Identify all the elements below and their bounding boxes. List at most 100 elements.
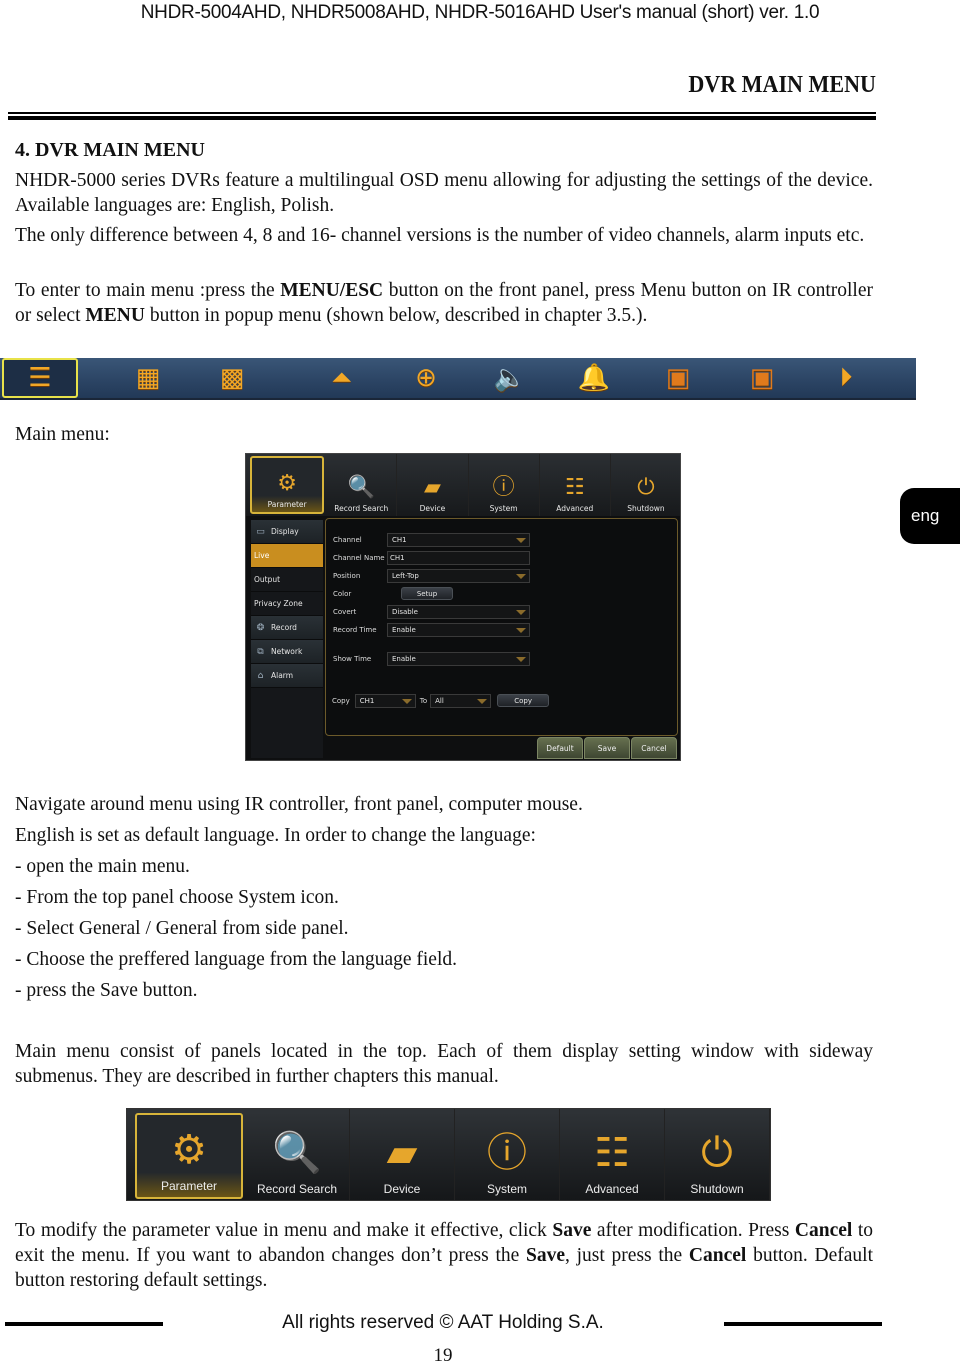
dvr-sidebar: ▭ Display Live Output Privacy Zone ❂ Recor… <box>251 520 323 758</box>
tab-system[interactable]: ⓘ System <box>469 454 540 516</box>
network-icon: ⧉ <box>257 646 264 657</box>
search-film-icon: 🔍 <box>272 1130 322 1176</box>
tab-label: Parameter <box>160 1179 218 1193</box>
ptz-control-button[interactable]: ⊕ <box>386 357 466 399</box>
tab-label: System <box>486 1182 527 1196</box>
dropdown-arrow-icon <box>516 627 526 633</box>
tab-record-search[interactable]: 🔍 Record Search <box>245 1109 350 1200</box>
select-value: CH1 <box>359 696 375 705</box>
field-label: Channel <box>333 535 362 544</box>
select-value: Left-Top <box>392 571 419 580</box>
covert-select[interactable]: Disable <box>387 604 530 619</box>
field-label: Show Time <box>333 654 372 663</box>
save-button[interactable]: Save <box>584 737 630 759</box>
navigate-text: Navigate around menu using IR controller… <box>15 794 583 815</box>
show-time-select[interactable]: Enable <box>387 651 530 666</box>
panels-description: Main menu consist of panels located in t… <box>15 1041 873 1087</box>
quad-view-button[interactable]: ▦ <box>108 357 188 399</box>
playback-button[interactable]: ⏵ <box>806 357 886 399</box>
text-run: after modification. Press <box>591 1220 795 1241</box>
monitor-icon: ▭ <box>256 526 265 537</box>
tab-device[interactable]: ▰ Device <box>350 1109 455 1200</box>
power-icon: ⏻ <box>701 1130 733 1176</box>
page-number: 19 <box>433 1345 453 1366</box>
sliders-icon: ☷ <box>564 475 585 500</box>
field-position: Position Left-Top <box>333 568 530 583</box>
film-reel-icon: ❂ <box>256 622 265 633</box>
tab-advanced[interactable]: ☷ Advanced <box>560 1109 665 1200</box>
tab-shutdown[interactable]: ⏻ Shutdown <box>611 454 680 516</box>
dropdown-arrow-icon <box>516 537 526 543</box>
info-monitor-icon: ⓘ <box>492 475 515 500</box>
tab-device[interactable]: ▰ Device <box>397 454 469 516</box>
hdd-icon: ▰ <box>423 475 441 500</box>
position-select[interactable]: Left-Top <box>387 568 530 583</box>
versions-paragraph: The only difference between 4, 8 and 16-… <box>15 225 865 246</box>
tab-parameter[interactable]: ⚙ Parameter <box>250 456 325 514</box>
audio-button[interactable]: 🔈 <box>470 357 550 399</box>
tab-system[interactable]: ⓘ System <box>455 1109 560 1200</box>
tab-label: Shutdown <box>627 504 665 513</box>
field-show-time: Show Time Enable <box>333 651 530 666</box>
copy-row: Copy CH1 To All Copy <box>332 693 550 708</box>
arrow-up-icon: ⏶ <box>331 363 353 393</box>
dropdown-arrow-icon <box>516 609 526 615</box>
alarm-button[interactable]: 🔔 <box>554 357 634 399</box>
record-stop-button[interactable]: ▣ <box>722 357 802 399</box>
channel-name-input[interactable]: CH1 <box>387 550 530 565</box>
sidebar-item-display[interactable]: ▭ Display <box>251 520 323 544</box>
ptz-up-button[interactable]: ⏶ <box>302 357 382 399</box>
search-film-icon: 🔍 <box>347 475 375 500</box>
sidebar-label: Display <box>271 527 299 536</box>
copy-button[interactable]: Copy <box>497 694 550 707</box>
language-tab: eng <box>900 488 960 544</box>
hdd-icon: ▰ <box>386 1130 418 1176</box>
sidebar-item-network[interactable]: ⧉ Network <box>251 640 323 664</box>
info-monitor-icon: ⓘ <box>487 1130 527 1176</box>
field-label: Channel Name <box>333 553 385 562</box>
language-step: - Choose the preffered language from the… <box>15 949 458 970</box>
save-cancel-paragraph: To modify the parameter value in menu an… <box>15 1218 873 1293</box>
dropdown-arrow-icon <box>477 698 488 704</box>
speaker-icon: 🔈 <box>493 363 527 393</box>
dvr-action-buttons: Default Save Cancel <box>536 737 677 759</box>
color-setup-button[interactable]: Setup <box>401 587 453 600</box>
tab-parameter[interactable]: ⚙ Parameter <box>135 1113 243 1199</box>
channel-select[interactable]: CH1 <box>387 532 530 547</box>
tab-advanced[interactable]: ☷ Advanced <box>540 454 611 516</box>
tab-record-search[interactable]: 🔍 Record Search <box>326 454 398 516</box>
bell-icon: 🔔 <box>577 363 611 393</box>
sidebar-item-privacy-zone[interactable]: Privacy Zone <box>251 592 323 616</box>
sidebar-item-live[interactable]: Live <box>251 544 323 568</box>
sidebar-item-output[interactable]: Output <box>251 568 323 592</box>
copy-to-select[interactable]: All <box>430 693 492 708</box>
sidebar-item-record[interactable]: ❂ Record <box>251 616 323 640</box>
text-run: , just press the <box>565 1245 689 1266</box>
record-time-select[interactable]: Enable <box>387 622 530 637</box>
tab-label: Parameter <box>267 500 307 509</box>
sidebar-label: Privacy Zone <box>254 599 303 608</box>
power-icon: ⏻ <box>637 475 655 500</box>
save-term: Save <box>552 1220 592 1241</box>
tab-label: Record Search <box>334 504 389 513</box>
tab-shutdown[interactable]: ⏻ Shutdown <box>665 1109 770 1200</box>
section-heading: 4. DVR MAIN MENU <box>15 139 205 161</box>
cancel-button[interactable]: Cancel <box>631 737 677 759</box>
nine-view-button[interactable]: ▩ <box>192 357 272 399</box>
gears-icon: ⚙ <box>171 1127 207 1173</box>
select-value: CH1 <box>392 535 407 544</box>
dropdown-arrow-icon <box>516 656 526 662</box>
popup-menu-bar: ☰ ▦ ▩ ⏶ ⊕ 🔈 🔔 ▣ ▣ ⏵ <box>0 358 916 400</box>
field-channel-name: Channel Name CH1 <box>333 550 530 565</box>
popup-menu-button[interactable]: ☰ <box>2 358 78 398</box>
sidebar-item-alarm[interactable]: ⌂ Alarm <box>251 664 323 688</box>
main-menu-label: Main menu: <box>15 424 110 445</box>
field-label: Position <box>333 571 361 580</box>
select-value: Enable <box>392 654 416 663</box>
text-run: To modify the parameter value in menu an… <box>15 1220 553 1241</box>
text-run: To enter to main menu :press the <box>15 280 281 301</box>
field-record-time: Record Time Enable <box>333 622 530 637</box>
copy-from-select[interactable]: CH1 <box>354 693 416 708</box>
record-start-button[interactable]: ▣ <box>638 357 718 399</box>
default-button[interactable]: Default <box>537 737 583 759</box>
